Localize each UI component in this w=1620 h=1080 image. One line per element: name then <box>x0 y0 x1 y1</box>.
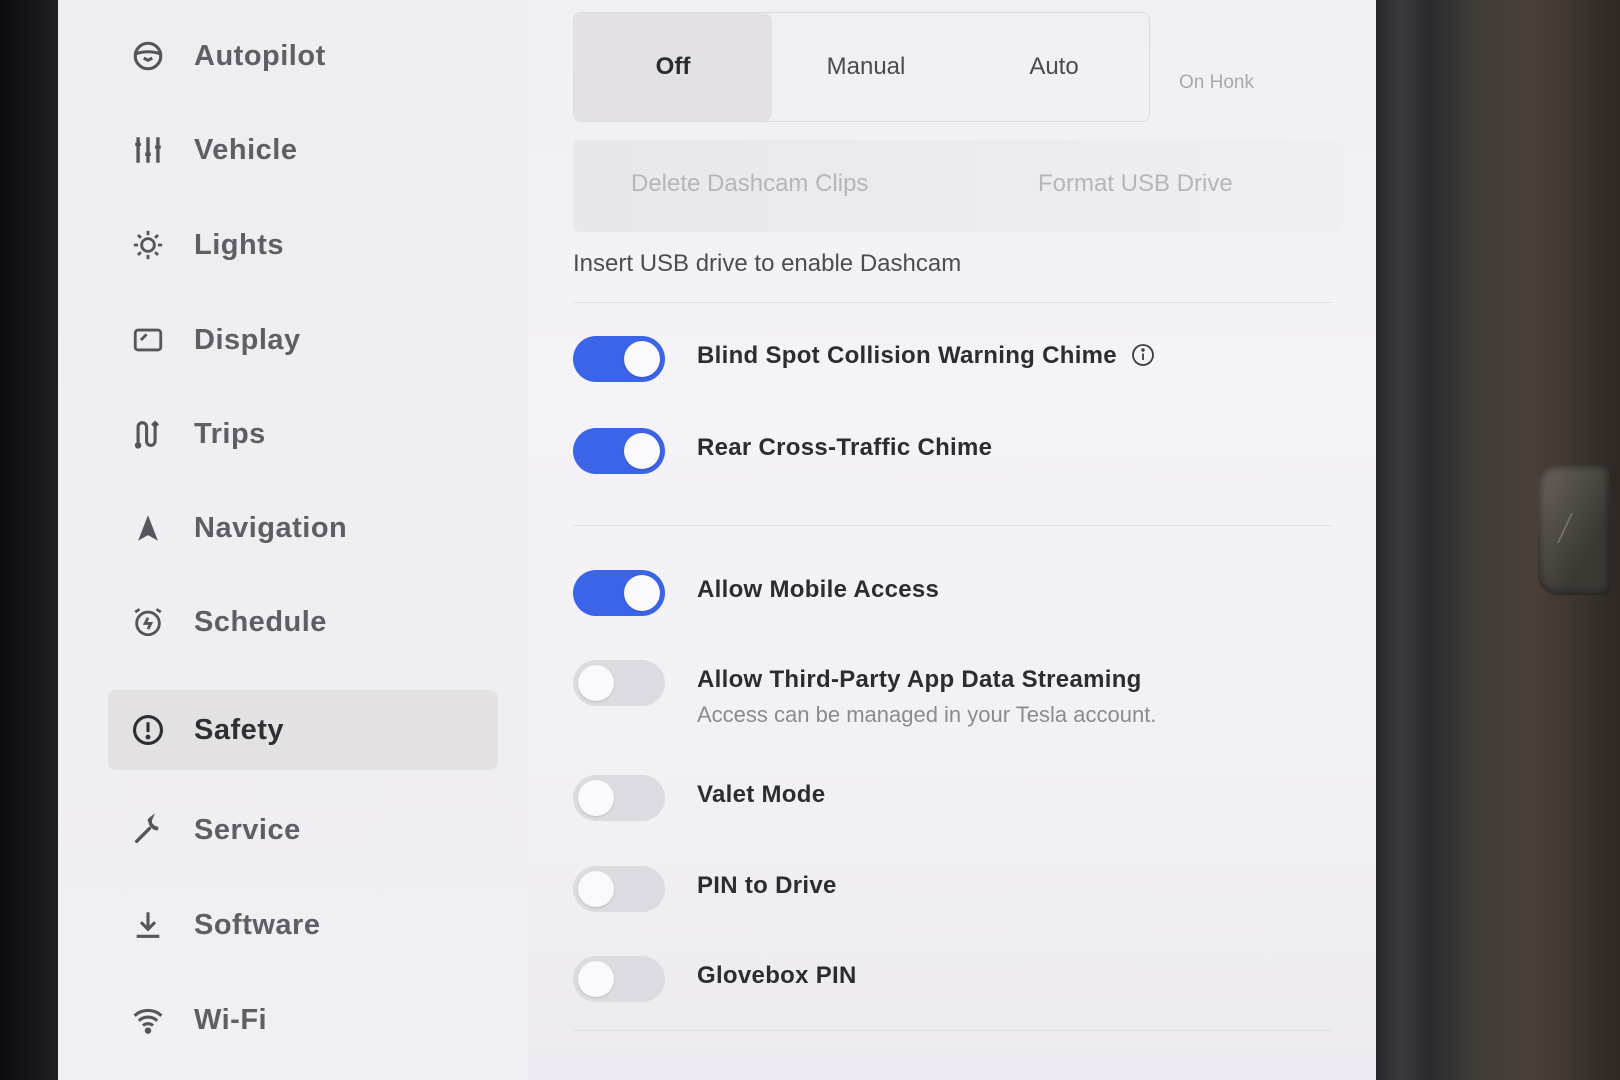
sidebar-item-software[interactable]: Software <box>108 885 498 965</box>
safety-settings-panel: Off Manual Auto On Honk Delete Dashcam C… <box>573 0 1343 1080</box>
sidebar-item-label: Display <box>194 323 301 356</box>
toggle-knob <box>578 780 614 816</box>
sidebar-item-schedule[interactable]: Schedule <box>108 582 498 662</box>
sidebar-item-autopilot[interactable]: Autopilot <box>108 16 498 96</box>
toggle-knob <box>578 871 614 907</box>
sun-icon <box>130 227 166 263</box>
sidebar-item-label: Trips <box>194 417 266 450</box>
toggle-knob <box>578 665 614 701</box>
blind-spot-chime-label: Blind Spot Collision Warning Chime <box>697 342 1117 369</box>
rear-cross-traffic-toggle[interactable] <box>573 428 665 474</box>
toggle-label: Allow Third-Party App Data Streaming <box>697 666 1142 693</box>
sidebar-item-wifi[interactable]: Wi-Fi <box>108 980 498 1060</box>
sidebar-item-lights[interactable]: Lights <box>108 205 498 285</box>
mobile-access-toggle[interactable] <box>573 570 665 616</box>
dashcam-mode-manual[interactable]: Manual <box>772 13 960 121</box>
toggle-label: Blind Spot Collision Warning Chime <box>697 342 1155 370</box>
toggle-sublabel: Access can be managed in your Tesla acco… <box>697 702 1157 727</box>
navigation-arrow-icon <box>130 510 166 546</box>
valet-mode-toggle[interactable] <box>573 775 665 821</box>
dashcam-mode-off[interactable]: Off <box>574 13 772 121</box>
format-usb-drive-button[interactable]: Format USB Drive <box>1038 170 1233 198</box>
third-party-streaming-toggle[interactable] <box>573 660 665 706</box>
trim-control-knob <box>1538 465 1610 595</box>
blind-spot-chime-toggle[interactable] <box>573 336 665 382</box>
steering-wheel-icon <box>130 38 166 74</box>
sidebar-item-display[interactable]: Display <box>108 300 498 380</box>
sidebar-item-label: Autopilot <box>194 39 326 72</box>
knob-mark <box>1557 513 1591 543</box>
usb-required-message: Insert USB drive to enable Dashcam <box>573 250 962 277</box>
toggle-label: Allow Mobile Access <box>697 576 940 603</box>
settings-sidebar: Autopilot Vehicle Lights Display Trips N… <box>58 0 528 1080</box>
sidebar-item-service[interactable]: Service <box>108 790 498 870</box>
toggle-label: Glovebox PIN <box>697 962 857 989</box>
sidebar-item-safety[interactable]: Safety <box>108 690 498 770</box>
display-icon <box>130 322 166 358</box>
section-divider <box>573 302 1333 303</box>
dashcam-actions: Delete Dashcam Clips Format USB Drive <box>573 140 1343 232</box>
toggle-label: PIN to Drive <box>697 872 837 899</box>
screen-bezel-left <box>0 0 58 1080</box>
sliders-icon <box>130 132 166 168</box>
alarm-clock-icon <box>130 604 166 640</box>
sidebar-item-label: Software <box>194 908 321 941</box>
sidebar-item-label: Safety <box>194 713 285 746</box>
pin-to-drive-toggle[interactable] <box>573 866 665 912</box>
sidebar-item-trips[interactable]: Trips <box>108 394 498 474</box>
sidebar-item-label: Wi-Fi <box>194 1003 268 1036</box>
dashcam-mode-selector: Off Manual Auto <box>573 12 1150 122</box>
dashcam-on-honk-option[interactable]: On Honk <box>1179 72 1254 94</box>
sidebar-item-label: Lights <box>194 228 284 261</box>
trips-icon <box>130 416 166 452</box>
toggle-label: Valet Mode <box>697 781 826 808</box>
sidebar-item-label: Navigation <box>194 511 348 544</box>
toggle-knob <box>624 433 660 469</box>
sidebar-item-label: Service <box>194 813 301 846</box>
sidebar-item-label: Schedule <box>194 605 327 638</box>
sidebar-item-label: Vehicle <box>194 133 298 166</box>
dashboard-trim <box>1376 0 1620 1080</box>
touchscreen: Autopilot Vehicle Lights Display Trips N… <box>58 0 1376 1080</box>
dashcam-mode-auto[interactable]: Auto <box>960 13 1148 121</box>
section-divider <box>573 1030 1333 1031</box>
toggle-label: Rear Cross-Traffic Chime <box>697 434 993 461</box>
info-icon[interactable] <box>1131 343 1155 367</box>
glovebox-pin-toggle[interactable] <box>573 956 665 1002</box>
sidebar-item-navigation[interactable]: Navigation <box>108 488 498 568</box>
sidebar-item-vehicle[interactable]: Vehicle <box>108 110 498 190</box>
section-divider <box>573 525 1333 526</box>
wrench-icon <box>130 812 166 848</box>
toggle-knob <box>578 961 614 997</box>
toggle-knob <box>624 575 660 611</box>
wifi-icon <box>130 1002 166 1038</box>
toggle-knob <box>624 341 660 377</box>
delete-dashcam-clips-button[interactable]: Delete Dashcam Clips <box>631 170 868 198</box>
exclamation-circle-icon <box>130 712 166 748</box>
download-icon <box>130 907 166 943</box>
